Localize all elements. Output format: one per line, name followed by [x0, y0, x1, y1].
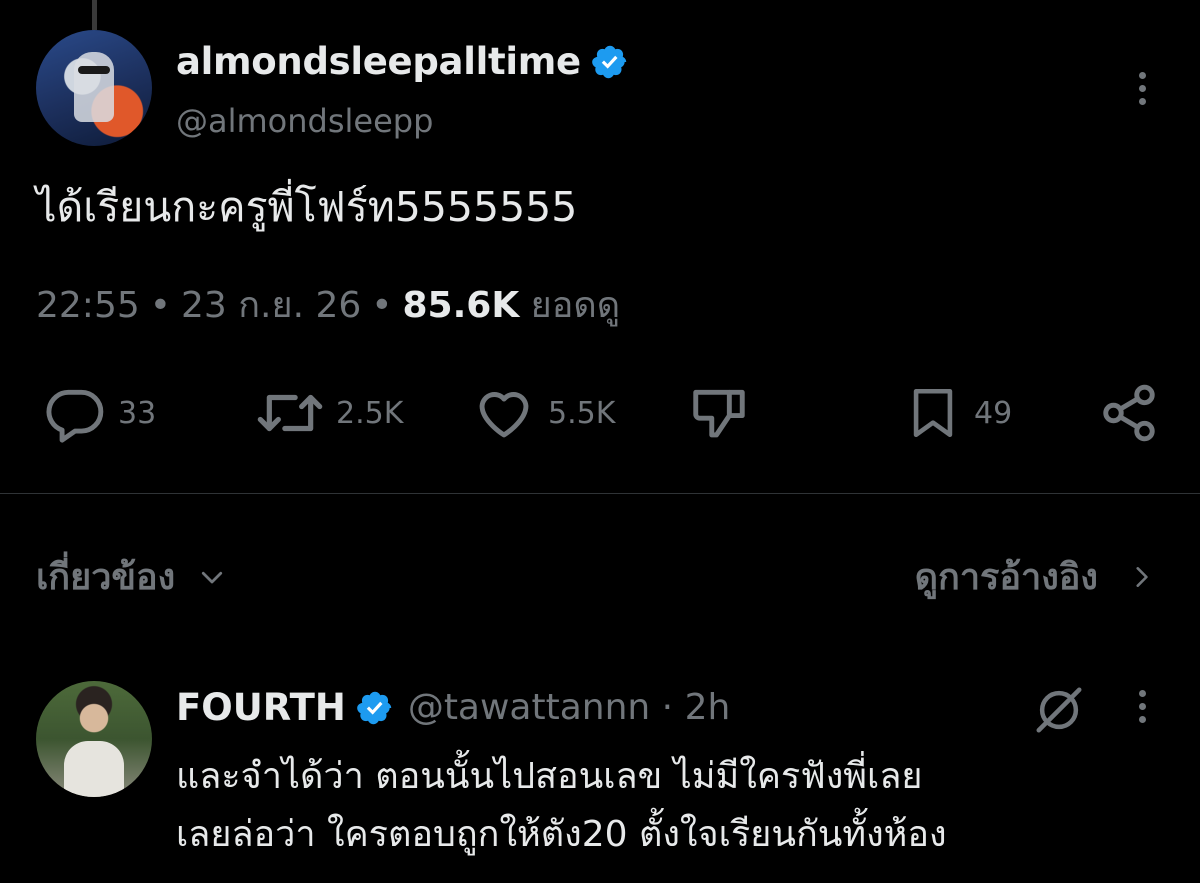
- section-divider: [0, 493, 1200, 494]
- reply-text-line: และจำได้ว่า ตอนนั้นไปสอนเลข ไม่มีใครฟังพ…: [176, 756, 923, 797]
- dislike-icon: [693, 389, 745, 438]
- reply-more-icon[interactable]: [1137, 690, 1147, 723]
- share-button[interactable]: [1098, 380, 1160, 446]
- view-quotes-label: ดูการอ้างอิง: [914, 557, 1098, 598]
- tweet-meta: 22:55 • 23 ก.ย. 26 • 85.6K ยอดดู: [36, 276, 620, 333]
- reply-icon: [46, 389, 104, 443]
- tweet-text: ได้เรียนกะครูพี่โฟร์ท5555555: [36, 183, 578, 231]
- reply-header: FOURTH @tawattannn · 2h: [176, 686, 730, 729]
- grok-icon[interactable]: [1032, 683, 1086, 737]
- avatar-figure: [74, 52, 114, 122]
- author-display-name[interactable]: almondsleepalltime: [176, 40, 581, 83]
- reply-text-line: เลยล่อว่า ใครตอบถูกให้ตัง20 ตั้งใจเรียนก…: [176, 814, 947, 855]
- reply-count: 33: [118, 395, 157, 431]
- reply-author-name[interactable]: FOURTH: [176, 686, 346, 729]
- avatar-figure: [64, 741, 124, 797]
- action-bar: 33 2.5K 5.5K 49: [0, 380, 1200, 450]
- verified-badge-icon: [357, 691, 392, 724]
- more-icon[interactable]: [1137, 72, 1147, 105]
- meta-separator: •: [149, 285, 171, 326]
- meta-separator: •: [371, 285, 393, 326]
- like-button[interactable]: 5.5K: [472, 380, 615, 446]
- chevron-down-icon: [202, 571, 223, 583]
- reply-text: และจำได้ว่า ตอนนั้นไปสอนเลข ไม่มีใครฟังพ…: [176, 748, 1076, 864]
- views-count[interactable]: 85.6K: [403, 285, 520, 326]
- share-icon: [1103, 384, 1155, 442]
- tweet-time[interactable]: 22:55: [36, 285, 140, 326]
- bookmark-button[interactable]: 49: [904, 380, 1012, 446]
- repost-button[interactable]: 2.5K: [256, 380, 403, 446]
- thread-connector-line: [92, 0, 97, 30]
- like-icon: [479, 392, 529, 438]
- related-label: เกี่ยวข้อง: [36, 557, 176, 598]
- repost-count: 2.5K: [336, 395, 404, 431]
- avatar-sunglasses: [78, 66, 110, 74]
- bookmark-icon: [913, 388, 953, 438]
- author-name-row[interactable]: almondsleepalltime: [176, 40, 629, 83]
- dislike-button[interactable]: [688, 380, 750, 446]
- reply-author-handle[interactable]: @tawattannn · 2h: [408, 687, 730, 728]
- chevron-right-icon: [1136, 566, 1148, 587]
- related-sort-dropdown[interactable]: เกี่ยวข้อง: [36, 548, 227, 605]
- reply-author-avatar[interactable]: [36, 681, 152, 797]
- repost-icon: [257, 394, 323, 432]
- author-handle[interactable]: @almondsleepp: [176, 102, 433, 140]
- bookmark-count: 49: [974, 395, 1013, 431]
- tweet-date[interactable]: 23 ก.ย. 26: [181, 276, 361, 333]
- reply-button[interactable]: 33: [44, 380, 156, 446]
- author-avatar[interactable]: [36, 30, 152, 146]
- view-quotes-link[interactable]: ดูการอ้างอิง: [915, 548, 1154, 605]
- verified-badge-icon: [591, 45, 627, 78]
- like-count: 5.5K: [548, 395, 616, 431]
- views-label[interactable]: ยอดดู: [531, 285, 620, 326]
